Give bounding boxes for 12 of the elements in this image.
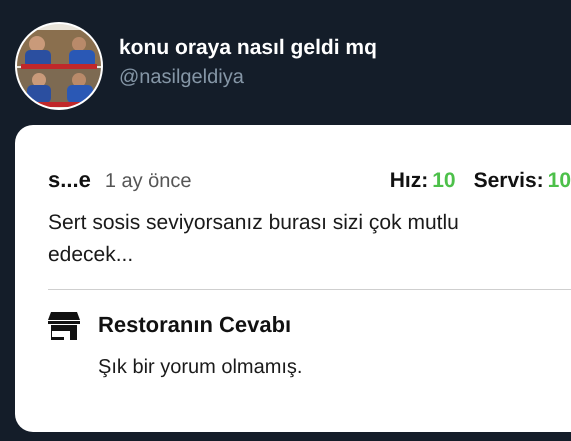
review-time: 1 ay önce (104, 170, 192, 193)
username: @nasilgeldiya (119, 66, 245, 88)
rating-label: Servis: (474, 169, 544, 193)
display-name: konu oraya nasıl geldi mq (119, 36, 377, 60)
review-text: Sert sosis seviyorsanız burası sizi çok mutlu edecek... (48, 210, 460, 268)
reply-title: Restoranın Cevabı (98, 312, 292, 338)
rating-value: 10 (548, 169, 571, 193)
reply-text: Şık bir yorum olmamış. (98, 356, 302, 379)
review-author: s...e (48, 167, 91, 193)
store-icon (48, 312, 80, 340)
rating-value: 10 (432, 169, 456, 193)
rating-label: Hız: (390, 169, 428, 193)
